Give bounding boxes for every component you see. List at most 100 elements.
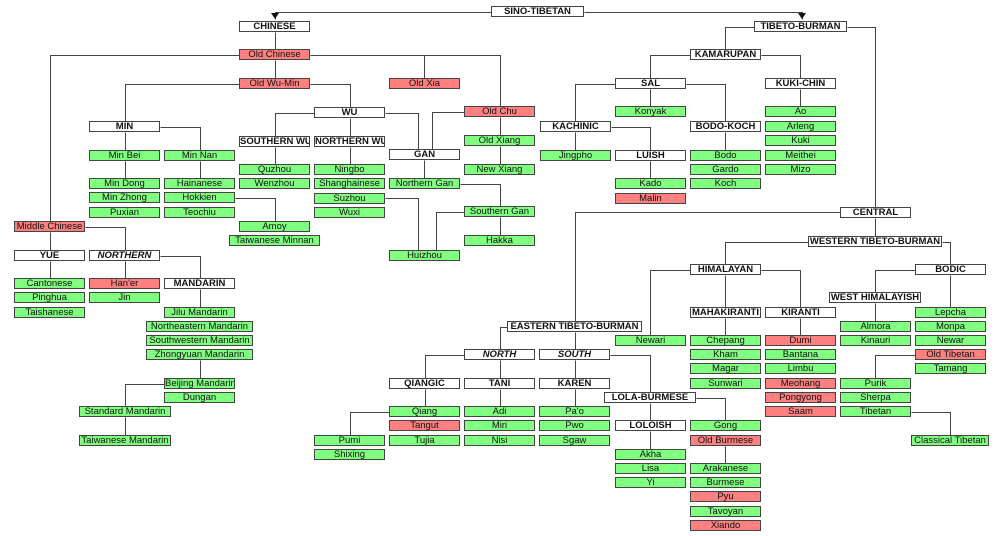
node-northern-gan: Northern Gan [389,178,460,189]
node-sunwari: Sunwari [690,378,761,389]
node-arakanese: Arakanese [690,463,761,474]
node-pyu: Pyu [690,491,761,502]
node-tujia: Tujia [389,435,460,446]
node-new-xiang: New Xiang [464,164,535,175]
node-kuki: Kuki [765,135,836,146]
connector-line [761,55,801,79]
node-bodic: BODIC [915,264,986,275]
node-northern-wu: NORTHERN WU [314,136,385,147]
node-wuxi: Wuxi [314,207,385,218]
node-min-zhong: Min Zhong [89,192,160,203]
node-yi: Yi [615,477,686,488]
connector-line [911,412,951,436]
arrowhead-chinese [271,13,279,19]
node-bodo: Bodo [690,150,761,161]
node-taishanese: Taishanese [14,307,85,318]
node-gan: GAN [389,149,460,160]
connector-line [725,27,755,50]
connector-line [650,270,691,336]
node-sal: SAL [615,78,686,89]
node-meithei: Meithei [765,150,836,161]
node-zhongyuan: Zhongyuan Mandarin [146,349,253,360]
connector-line [696,398,726,421]
node-old-burmese: Old Burmese [690,435,761,446]
node-suzhou: Suzhou [314,193,385,204]
node-qiangic: QIANGIC [389,378,460,389]
node-southern-wu: SOUTHERN WU [239,136,310,147]
node-jilu: Jilu Mandarin [164,307,235,318]
connector-line [847,27,876,208]
node-monpa: Monpa [915,321,986,332]
node-adi: Adi [464,406,535,417]
connector-line [425,355,465,379]
node-luish: LUISH [615,150,686,161]
node-shanghainese: Shanghainese [314,178,385,189]
connector-line [725,242,809,265]
node-kado: Kado [615,178,686,189]
connector-line [761,270,801,308]
connector-line [160,127,201,151]
connector-lines [50,12,951,464]
node-burmese: Burmese [690,477,761,488]
node-northeastern: Northeastern Mandarin [146,321,253,332]
node-miri: Miri [464,420,535,431]
connector-line [650,55,691,79]
node-old-chinese: Old Chinese [239,49,310,60]
node-kham: Kham [690,349,761,360]
connector-line [385,113,419,150]
node-hokkien: Hokkien [164,192,235,203]
node-dumi: Dumi [765,335,836,346]
node-pumi: Pumi [314,435,385,446]
node-hainanese: Hainanese [164,178,235,189]
node-bantana: Bantana [765,349,836,360]
node-tibeto-burman: TIBETO-BURMAN [754,21,847,32]
connector-line [942,242,951,265]
node-newari: Newari [615,335,686,346]
node-ningbo: Ningbo [314,164,385,175]
connector-line [310,84,351,108]
node-southwestern: Southwestern Mandarin [146,335,253,346]
node-western-tb: WESTERN TIBETO-BURMAN [808,236,942,247]
node-bodo-koch: BODO-KOCH [690,121,761,132]
node-nisi: Nisi [464,435,535,446]
connector-line [875,355,916,379]
node-pao: Pa'o [539,406,610,417]
node-himalayan: HIMALAYAN [690,264,761,275]
node-meohang: Meohang [765,378,836,389]
connector-line [436,212,465,251]
node-dungan: Dungan [164,392,235,403]
node-tibetan: Tibetan [840,406,911,417]
node-malin: Malin [615,193,686,204]
node-jingpho: Jingpho [540,150,611,161]
node-old-xia: Old Xia [389,78,460,89]
node-hakka: Hakka [464,235,535,246]
node-taiwanese-mandarin: Taiwanese Mandarin [79,435,171,446]
node-min-dong: Min Dong [89,178,160,189]
node-newar: Newar [915,335,986,346]
connector-line [432,112,465,150]
node-min-bei: Min Bei [89,150,160,161]
connector-line [610,355,651,393]
node-akha: Akha [615,449,686,460]
node-tavoyan: Tavoyan [690,506,761,517]
arrowhead-tibeto-burman [798,13,806,19]
node-old-wu-min: Old Wu-Min [239,78,310,89]
node-konyak: Konyak [615,106,686,117]
connector-line [275,113,315,137]
node-kiranti: KIRANTI [765,307,836,318]
node-saam: Saam [765,406,836,417]
connector-line [125,84,240,122]
node-south: SOUTH [539,349,610,360]
node-sgaw: Sgaw [539,435,610,446]
node-qiang: Qiang [389,406,460,417]
node-chepang: Chepang [690,335,761,346]
node-west-himalayish: WEST HIMALAYISH [829,292,921,303]
connector-line [385,198,419,251]
node-chinese: CHINESE [239,21,310,32]
node-old-chu: Old Chu [464,106,535,117]
node-cantonese: Cantonese [14,278,85,289]
node-jin: Jin [89,292,160,303]
node-tani: TANI [464,378,535,389]
node-southern-gan: Southern Gan [464,206,535,217]
node-lepcha: Lepcha [915,307,986,318]
